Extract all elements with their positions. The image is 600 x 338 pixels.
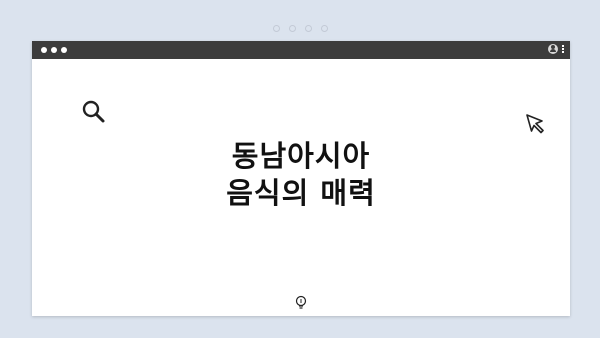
window-dot-icon[interactable] xyxy=(51,47,57,53)
pager-dot xyxy=(304,25,312,32)
user-icon[interactable] xyxy=(548,44,558,54)
pager-dots xyxy=(0,25,600,32)
title-line-1: 동남아시아 xyxy=(231,139,371,173)
pager-dot xyxy=(320,25,328,32)
title-line-2: 음식의 매력 xyxy=(226,176,376,210)
window-dot-icon[interactable] xyxy=(41,47,47,53)
lightbulb-icon xyxy=(295,295,307,309)
cursor-icon xyxy=(526,114,544,134)
pager-dot xyxy=(288,25,296,32)
kebab-menu-icon[interactable] xyxy=(562,45,564,53)
titlebar-actions xyxy=(548,44,564,54)
title-bar xyxy=(32,41,570,59)
window-controls xyxy=(41,47,67,53)
page-title: 동남아시아 음식의 매력 xyxy=(32,138,570,212)
window-dot-icon[interactable] xyxy=(61,47,67,53)
page-content: 동남아시아 음식의 매력 xyxy=(32,59,570,316)
search-icon xyxy=(82,100,105,123)
pager-dot xyxy=(272,25,280,32)
browser-window: 동남아시아 음식의 매력 xyxy=(32,41,570,316)
